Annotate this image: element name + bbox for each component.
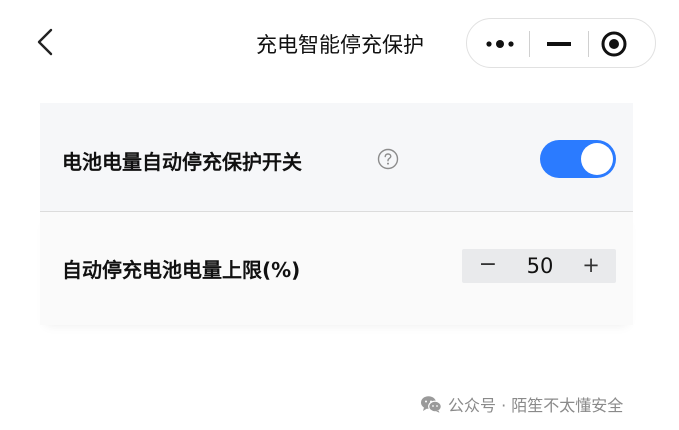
- question-circle-icon[interactable]: [377, 148, 399, 170]
- back-button[interactable]: [32, 26, 60, 58]
- charge-limit-label: 自动停充电池电量上限(%): [62, 258, 301, 282]
- header-bar: 充电智能停充保护: [0, 0, 679, 88]
- charge-limit-stepper: − +: [462, 249, 616, 283]
- more-button[interactable]: [482, 32, 518, 56]
- miniprogram-capsule: [466, 18, 656, 68]
- watermark-text: 公众号 · 陌笙不太懂安全: [448, 396, 624, 415]
- more-dots-icon: [486, 40, 514, 48]
- capsule-divider: [529, 31, 530, 57]
- wechat-icon: [421, 396, 442, 413]
- close-miniprogram-button[interactable]: [600, 30, 628, 58]
- target-close-icon: [601, 31, 627, 57]
- charge-limit-setting-row: 自动停充电池电量上限(%) − +: [40, 212, 633, 325]
- minimize-button[interactable]: [541, 32, 577, 56]
- auto-stop-toggle[interactable]: [540, 140, 616, 178]
- toggle-knob: [581, 143, 613, 175]
- watermark: 公众号 · 陌笙不太懂安全: [420, 391, 623, 417]
- auto-stop-label: 电池电量自动停充保护开关: [62, 150, 302, 174]
- decrement-button[interactable]: −: [462, 249, 514, 283]
- charge-limit-input[interactable]: [514, 249, 566, 283]
- auto-stop-setting-row: 电池电量自动停充保护开关: [40, 103, 633, 212]
- capsule-divider: [588, 31, 589, 57]
- page-title: 充电智能停充保护: [256, 33, 424, 57]
- chevron-left-icon: [37, 28, 53, 56]
- increment-button[interactable]: +: [566, 249, 616, 283]
- minimize-icon: [547, 42, 571, 46]
